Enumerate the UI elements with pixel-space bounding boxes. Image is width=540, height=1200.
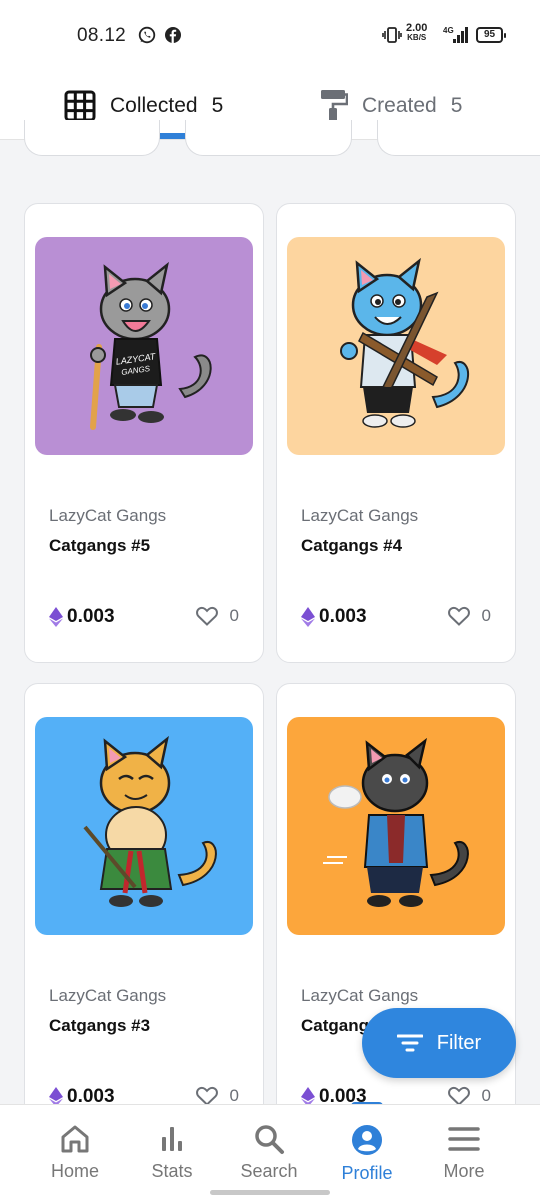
nft-image [35,717,253,935]
status-time: 08.12 [77,25,127,46]
tab-label: Collected [110,94,198,117]
heart-icon [447,1086,470,1106]
filter-chip[interactable] [377,120,540,156]
svg-text:4G: 4G [443,26,454,35]
orange-cat-illustration [83,735,217,907]
card-collection-name: LazyCat Gangs [301,986,419,1005]
nav-label: Search [240,1161,298,1181]
search-icon [255,1125,284,1154]
card-title: Catgangs #5 [49,536,151,555]
card-title: Catgangs #4 [301,536,403,555]
card-collection-name: LazyCat Gangs [49,986,167,1005]
status-bar: 08.12 2.00 KB/S 4G 95 [0,0,540,72]
home-icon [61,1125,89,1153]
heart-icon [195,606,218,626]
nft-image: LAZYCAT GANGS [35,237,253,455]
nft-image [287,717,505,935]
nav-label: Home [50,1161,99,1181]
card-likes[interactable]: 0 [195,606,239,626]
ethereum-icon [49,607,63,627]
vibrate-icon [382,27,402,43]
card-title: Catgangs #3 [49,1016,151,1035]
nft-card[interactable]: LazyCat Gangs Catgangs #3 0.003 0 [24,683,264,1143]
heart-icon [195,1086,218,1106]
tab-count: 5 [211,94,224,117]
network-speed: 2.00 KB/S [406,22,428,43]
filter-lines-icon [396,1034,423,1052]
black-cat-illustration [323,737,469,907]
menu-icon [448,1127,480,1151]
card-price: 0.003 [301,606,367,628]
card-likes[interactable]: 0 [195,1086,239,1106]
battery-indicator: 95 [476,27,506,43]
filter-chip[interactable] [185,120,352,156]
filter-chip[interactable] [24,120,160,156]
card-price: 0.003 [49,606,115,628]
card-collection-name: LazyCat Gangs [49,506,167,525]
nav-profile[interactable]: Profile [317,1123,417,1184]
grid-icon [64,90,96,122]
nav-stats[interactable]: Stats [122,1123,222,1182]
nav-label: Profile [341,1163,393,1183]
stats-icon [162,1127,182,1151]
tab-label: Created [362,94,437,117]
bottom-navigation: Home Stats Search Profile More [0,1104,540,1200]
heart-icon [447,606,470,626]
whatsapp-icon [138,26,156,44]
ethereum-icon [301,607,315,627]
paint-roller-icon [321,90,348,122]
nav-search[interactable]: Search [219,1123,319,1182]
gesture-bar[interactable] [210,1190,330,1195]
facebook-icon [165,27,181,43]
nav-more[interactable]: More [414,1123,514,1182]
nft-card[interactable]: LazyCat Gangs Catgangs #4 0.003 0 [276,203,516,663]
grey-cat-illustration: LAZYCAT GANGS [90,261,212,430]
nft-image [287,237,505,455]
tab-count: 5 [450,94,463,117]
profile-icon [352,1125,382,1155]
filter-button[interactable]: Filter [362,1008,516,1078]
blue-cat-illustration [340,257,470,428]
signal-4g-icon: 4G [443,26,468,43]
card-likes[interactable]: 0 [447,606,491,626]
card-collection-name: LazyCat Gangs [301,506,419,525]
nav-home[interactable]: Home [25,1123,125,1182]
nav-label: Stats [151,1161,193,1181]
card-likes[interactable]: 0 [447,1086,491,1106]
filter-label: Filter [436,1031,482,1054]
nft-card[interactable]: LAZYCAT GANGS LazyCat Gangs Catgangs #5 … [24,203,264,663]
nav-label: More [443,1161,485,1181]
